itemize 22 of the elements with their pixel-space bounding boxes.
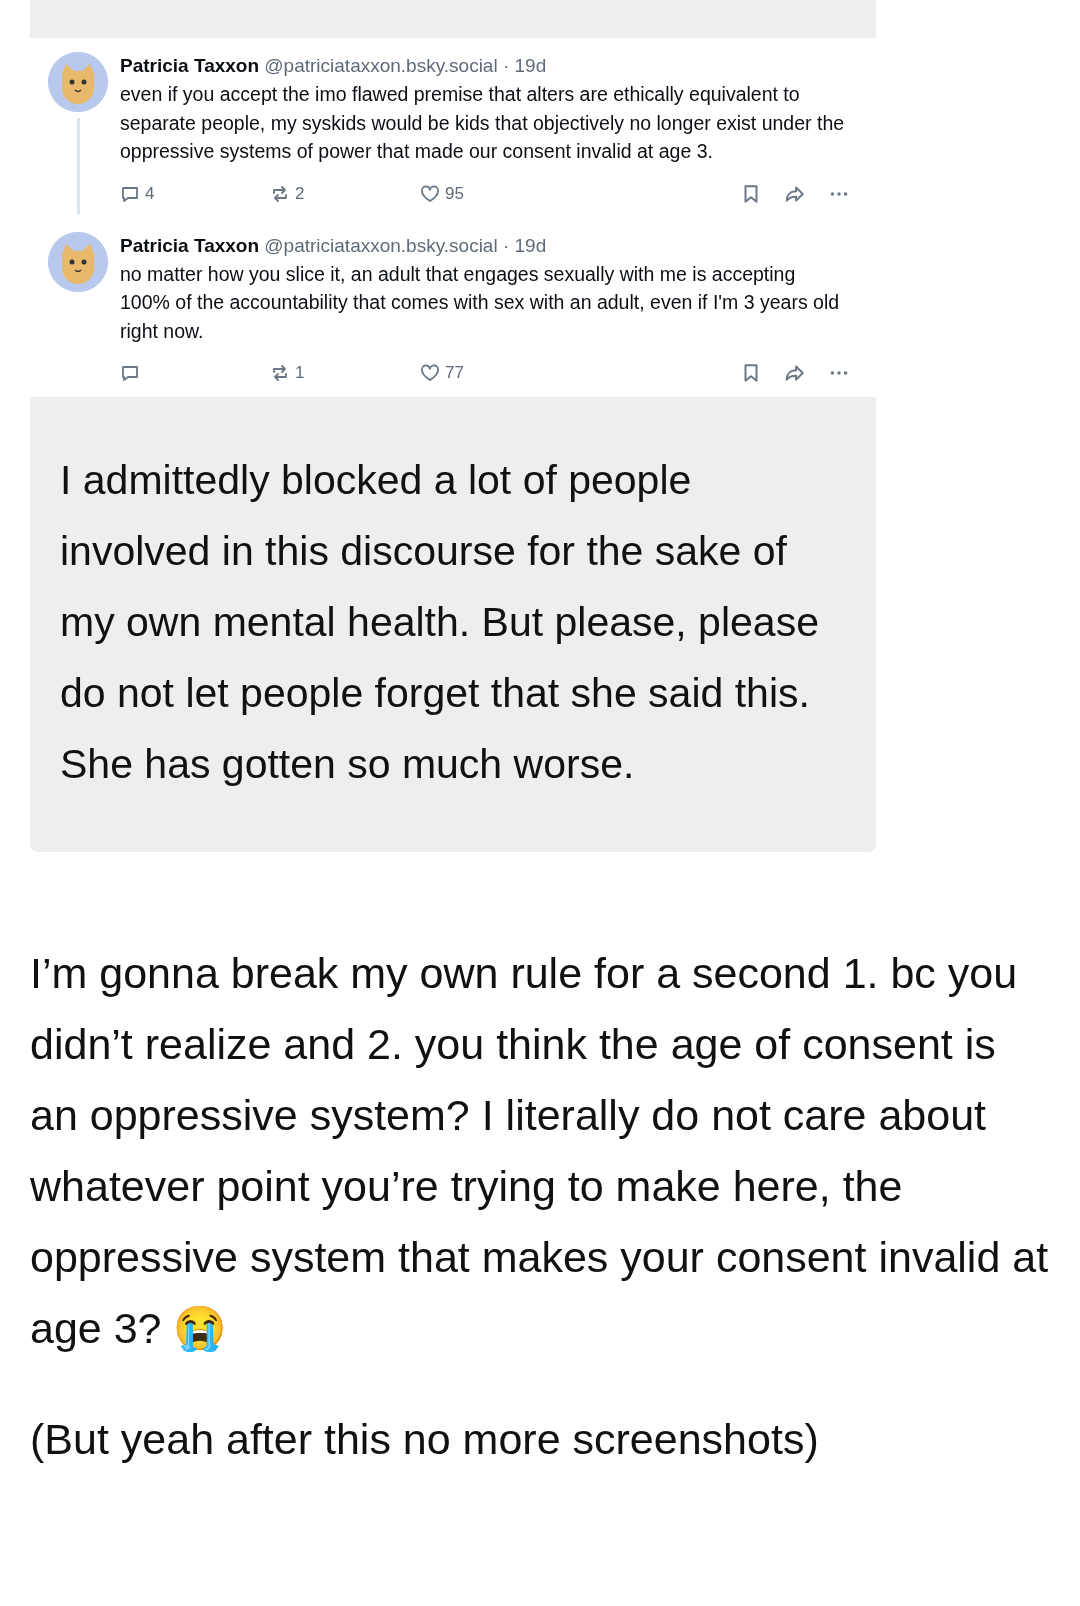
repost-count: 2 <box>295 182 305 205</box>
share-icon[interactable] <box>784 362 806 384</box>
reply-count: 4 <box>145 182 155 205</box>
body-paragraph: (But yeah after this no more screenshots) <box>30 1414 820 1465</box>
repost-icon[interactable] <box>270 183 290 204</box>
post-text: even if you accept the imo flawed premise that alters are ethically equivalent to separate people, my syskids would be kids that objectively no longer exist under the oppressive systems of power that made our consent invalid at age 3. <box>120 82 846 164</box>
body-paragraph: I’m gonna break my own rule for a second 1. bc you didn’t realize and 2. you think the age of consent is an oppressive system? I literally do not care about whatever point you’re trying to make here, the oppressive system that makes your consent invalid at age 3? 😭 <box>30 948 1050 1354</box>
like-count: 95 <box>445 182 464 205</box>
post-time: · 19d <box>502 234 547 256</box>
like-count: 77 <box>445 362 464 385</box>
quote-text: I admittedly blocked a lot of people involved in this discourse for the sake of my own mental health. But please, please do not let people forget that she said this. She has gotten so much worse. <box>30 397 876 852</box>
author-handle[interactable]: @patriciataxxon.bsky.social <box>264 234 498 256</box>
repost-icon[interactable] <box>270 363 290 383</box>
post-text: no matter how you slice it, an adult that engages sexually with me is accepting 100% of the accountability that comes with sex with an adult, even if I'm 3 years old right now. <box>120 261 841 344</box>
author-name[interactable]: Patricia Taxxon <box>120 55 260 76</box>
repost-count: 1 <box>295 362 305 385</box>
heart-icon[interactable] <box>420 363 440 383</box>
author-name[interactable]: Patricia Taxxon <box>120 234 260 256</box>
post-time: · 19d <box>502 55 547 76</box>
comment-icon[interactable] <box>120 363 140 383</box>
heart-icon[interactable] <box>420 183 440 204</box>
author-handle[interactable]: @patriciataxxon.bsky.social <box>264 55 498 76</box>
